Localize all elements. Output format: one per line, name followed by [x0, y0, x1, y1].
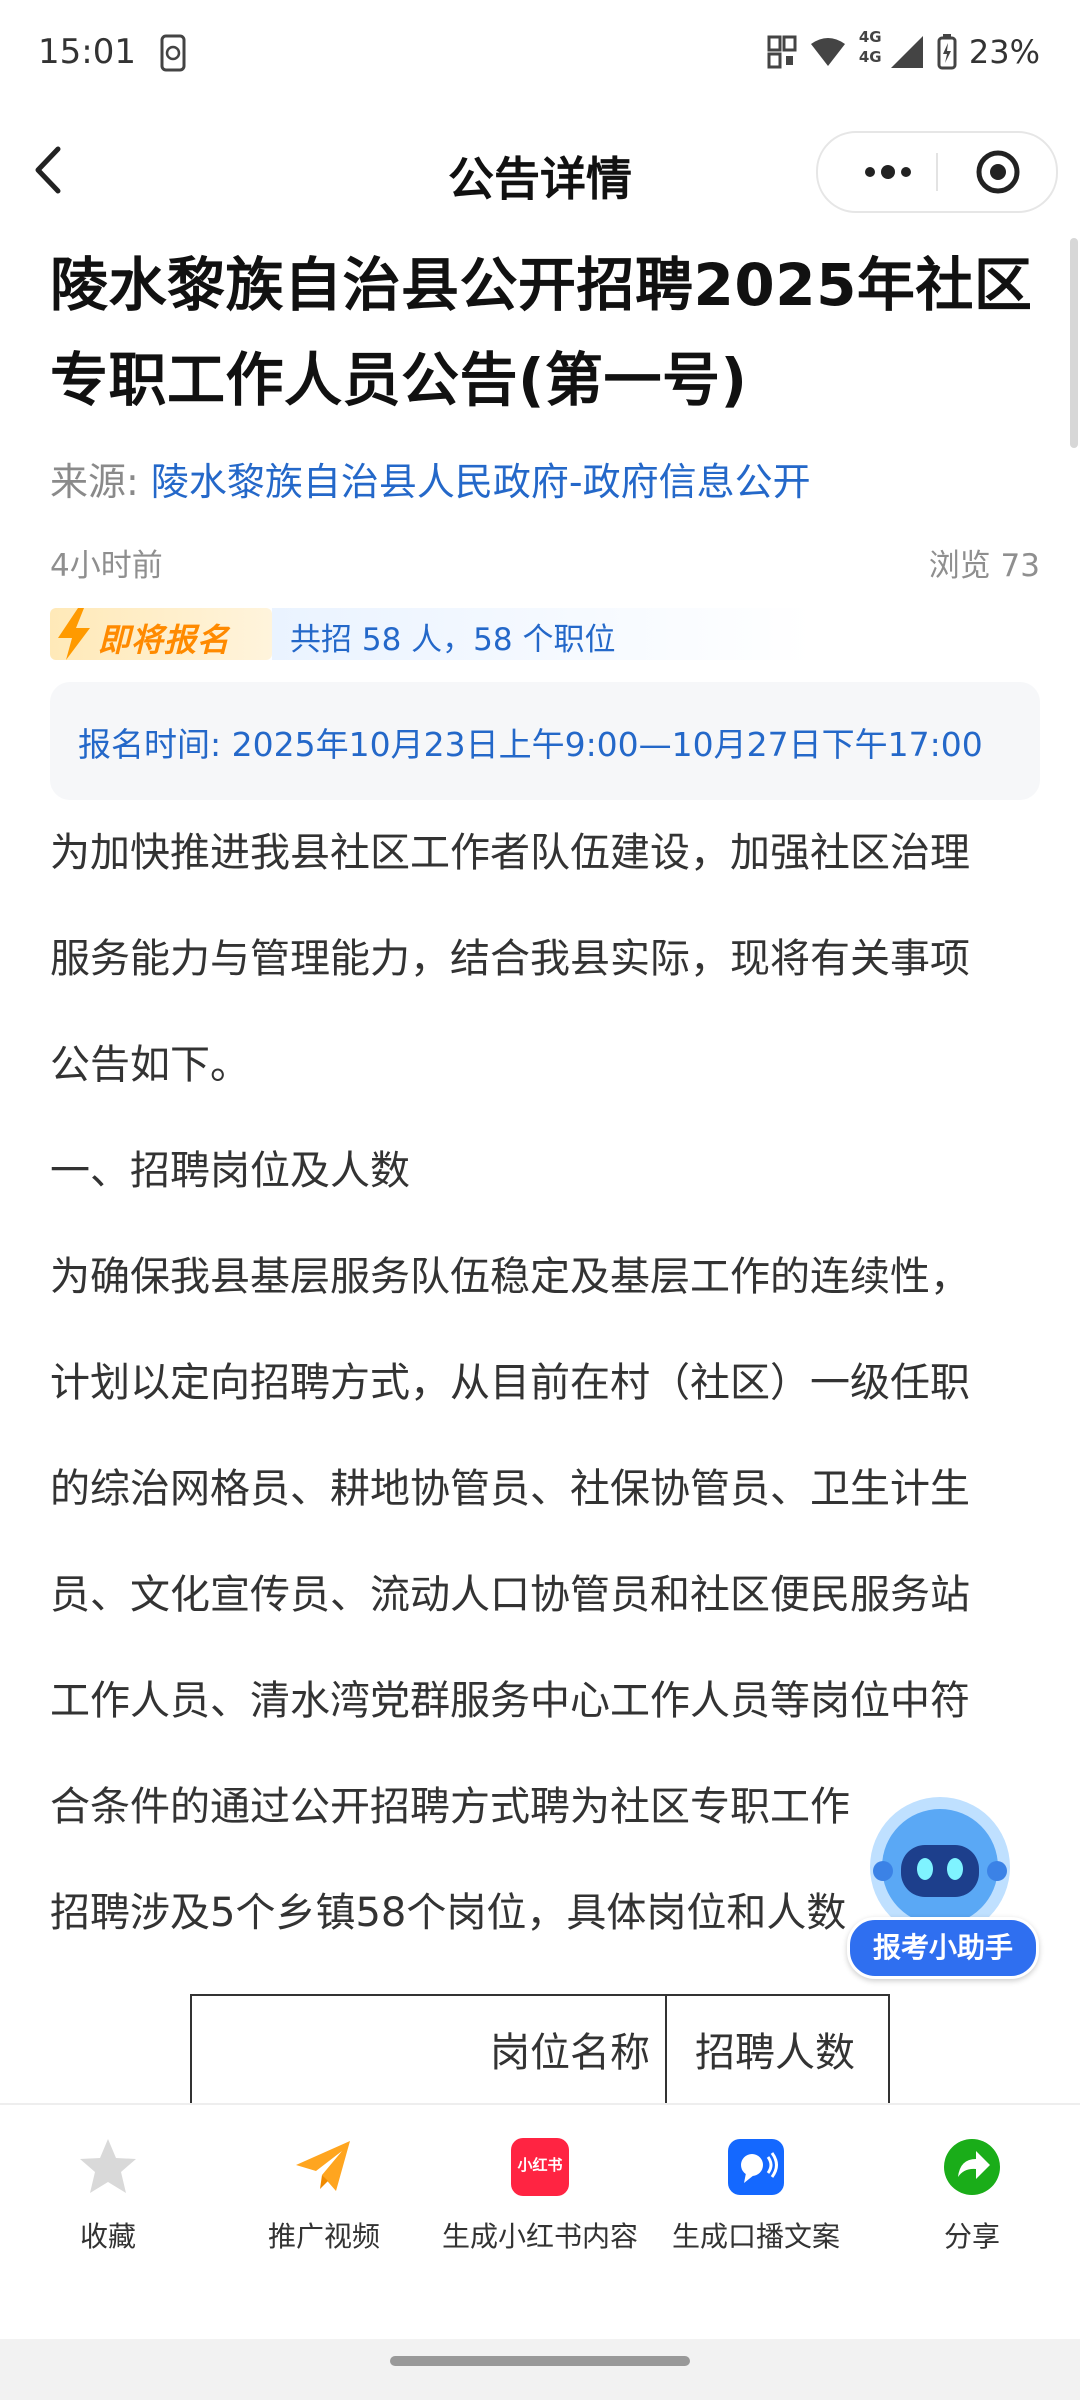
assistant-label-pill: 报考小助手 [847, 1917, 1039, 1979]
recruit-summary-text: 共招 58 人，58 个职位 [290, 622, 616, 658]
battery-icon [937, 34, 957, 70]
nav-bar: 公告详情 [0, 115, 1080, 230]
share-label: 分享 [943, 2220, 1000, 2253]
scrollbar[interactable] [1070, 238, 1078, 448]
meta-row: 4小时前 浏览 73 [50, 534, 1040, 584]
xiaohongshu-icon: 小红书 [511, 2138, 569, 2196]
assistant-button[interactable]: 报考小助手 [845, 1795, 1039, 1980]
body-line: 的综治网格员、耕地协管员、社保协管员、卫生计生 [50, 1466, 970, 1512]
assistant-label: 报考小助手 [872, 1931, 1013, 1964]
more-icon[interactable] [848, 133, 928, 211]
signup-time-text: 报名时间: 2025年10月23日上午9:00—10月27日下午17:00 [78, 725, 983, 764]
paper-plane-icon [296, 2141, 350, 2191]
article-title: 陵水黎族自治县公开招聘2025年社区 专职工作人员公告(第一号) [50, 238, 1040, 428]
table-border [190, 1994, 192, 2104]
status-badge: 即将报名 [50, 608, 272, 660]
capsule-divider [936, 153, 938, 191]
body-line: 计划以定向招聘方式，从目前在村（社区）一级任职 [50, 1360, 970, 1406]
qr-icon [767, 35, 797, 69]
network-type-label-2: 4G [858, 48, 882, 66]
voice-script-label: 生成口播文案 [671, 2220, 840, 2253]
article-title-line-2: 专职工作人员公告(第一号) [50, 346, 748, 414]
recruit-summary: 共招 58 人，58 个职位 [272, 608, 812, 660]
source-label: 来源: [50, 460, 139, 504]
phone-sync-icon [160, 34, 186, 72]
body-line: 公告如下。 [50, 1042, 250, 1088]
promo-video-label: 推广视频 [267, 2220, 380, 2253]
xiaohongshu-label: 生成小红书内容 [441, 2220, 638, 2253]
table-border [888, 1994, 890, 2104]
article-body: 为加快推进我县社区工作者队伍建设，加强社区治理 服务能力与管理能力，结合我县实际… [50, 800, 1040, 1966]
favorite-label: 收藏 [79, 2220, 136, 2253]
status-bar: 15:01 4G 4G 23% [0, 0, 1080, 110]
body-line: 员、文化宣传员、流动人口协管员和社区便民服务站 [50, 1572, 970, 1618]
promo-video-button[interactable]: 推广视频 [216, 2135, 432, 2265]
table-border [190, 1994, 890, 1996]
signal-group: 4G 4G [858, 28, 925, 72]
status-badge-label: 即将报名 [98, 621, 231, 659]
signal-icon [890, 36, 923, 68]
section-heading: 一、招聘岗位及人数 [50, 1148, 410, 1194]
star-icon [80, 2139, 136, 2193]
favorite-button[interactable]: 收藏 [0, 2135, 216, 2265]
home-indicator[interactable] [390, 2356, 690, 2366]
mini-program-capsule [816, 131, 1058, 213]
voice-icon [728, 2139, 784, 2195]
signup-time-box: 报名时间: 2025年10月23日上午9:00—10月27日下午17:00 [50, 682, 1040, 800]
battery-level: 23% [968, 33, 1040, 71]
table-header-position: 岗位名称 [490, 2030, 650, 2076]
share-button[interactable]: 分享 [864, 2135, 1080, 2265]
status-icons: 4G 4G 23% [767, 28, 1040, 74]
wifi-icon [810, 38, 845, 66]
table-border [665, 1994, 667, 2104]
xiaohongshu-button[interactable]: 小红书 生成小红书内容 [432, 2135, 648, 2265]
table-header-count: 招聘人数 [695, 2030, 855, 2076]
source-row: 来源: 陵水黎族自治县人民政府-政府信息公开 [50, 454, 1040, 510]
network-type-label: 4G [858, 28, 882, 46]
body-line: 工作人员、清水湾党群服务中心工作人员等岗位中符 [50, 1678, 970, 1724]
view-count: 浏览 73 [928, 548, 1040, 584]
article-content: 陵水黎族自治县公开招聘2025年社区 专职工作人员公告(第一号) 来源: 陵水黎… [50, 238, 1040, 1966]
positions-table: 岗位名称 招聘人数 [190, 1994, 890, 2104]
body-line: 服务能力与管理能力，结合我县实际，现将有关事项 [50, 936, 970, 982]
source-link[interactable]: 陵水黎族自治县人民政府-政府信息公开 [151, 460, 811, 504]
lightning-icon [58, 608, 90, 660]
voice-script-button[interactable]: 生成口播文案 [648, 2135, 864, 2265]
status-tag-row: 即将报名 共招 58 人，58 个职位 [50, 606, 1040, 662]
body-line: 为确保我县基层服务队伍稳定及基层工作的连续性， [50, 1254, 970, 1300]
share-icon [944, 2139, 1000, 2195]
close-target-icon[interactable] [958, 133, 1038, 211]
status-time: 15:01 [38, 32, 136, 72]
gesture-area [0, 2339, 1080, 2400]
xiaohongshu-icon-text: 小红书 [517, 2156, 563, 2174]
publish-time: 4小时前 [50, 548, 163, 584]
body-line: 为加快推进我县社区工作者队伍建设，加强社区治理 [50, 830, 970, 876]
bottom-toolbar: 收藏 推广视频 小红书 生成小红书内容 生成口播文案 分享 [0, 2103, 1080, 2341]
article-title-line-1: 陵水黎族自治县公开招聘2025年社区 [50, 251, 1033, 319]
